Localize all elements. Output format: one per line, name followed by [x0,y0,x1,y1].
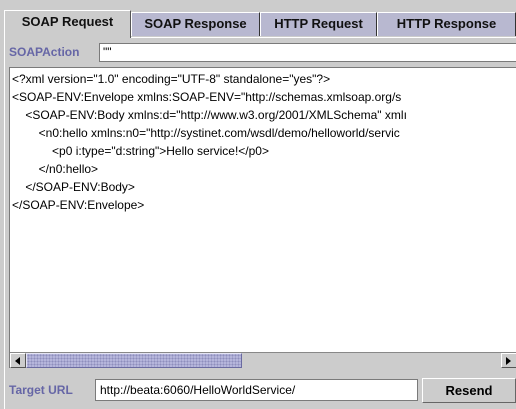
xml-line: </SOAP-ENV:Envelope> [12,198,145,212]
arrow-right-icon [506,356,511,365]
xml-content[interactable]: <?xml version="1.0" encoding="UTF-8" sta… [12,70,516,214]
soap-action-input[interactable]: "" [99,43,516,62]
tab-http-request[interactable]: HTTP Request [260,12,377,36]
soap-action-label: SOAPAction [9,45,80,59]
xml-line: <SOAP-ENV:Body xmlns:d="http://www.w3.or… [12,108,407,122]
target-url-label: Target URL [9,383,73,397]
tab-soap-response[interactable]: SOAP Response [131,12,260,36]
horizontal-scrollbar[interactable] [10,352,516,368]
xml-line: </n0:hello> [12,162,99,176]
resend-button[interactable]: Resend [422,378,516,403]
arrow-left-icon [15,356,20,365]
scroll-left-button[interactable] [10,353,26,368]
xml-line: <p0 i:type="d:string">Hello service!</p0… [12,144,269,158]
scroll-thumb[interactable] [26,353,242,368]
soap-action-row: SOAPAction "" [9,43,516,62]
target-url-input[interactable]: http://beata:6060/HelloWorldService/ [95,379,418,401]
scroll-right-button[interactable] [501,353,516,368]
target-url-row: Target URL http://beata:6060/HelloWorldS… [9,378,516,403]
xml-line: <SOAP-ENV:Envelope xmlns:SOAP-ENV="http:… [12,90,402,104]
xml-line: </SOAP-ENV:Body> [12,180,135,194]
xml-editor[interactable]: <?xml version="1.0" encoding="UTF-8" sta… [9,67,516,368]
xml-line: <?xml version="1.0" encoding="UTF-8" sta… [12,72,331,86]
xml-line: <n0:hello xmlns:n0="http://systinet.com/… [12,126,400,140]
tab-http-response[interactable]: HTTP Response [377,12,516,36]
tab-soap-request[interactable]: SOAP Request [4,10,131,38]
